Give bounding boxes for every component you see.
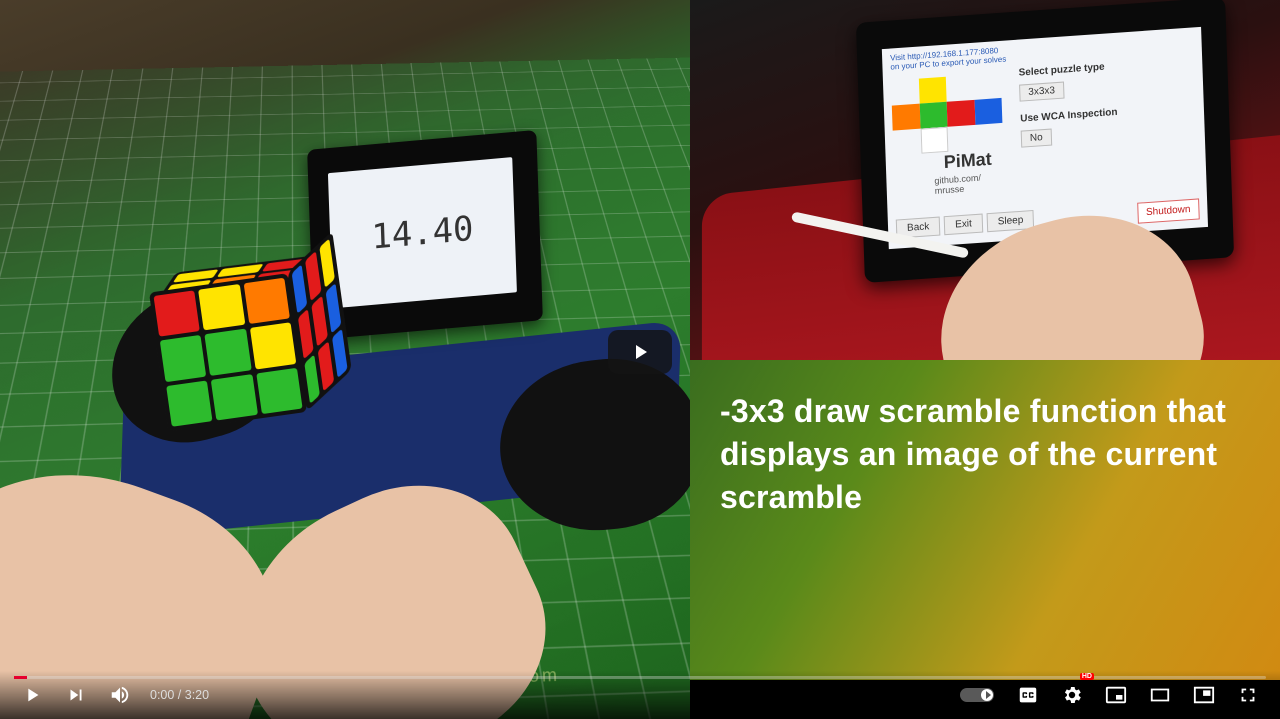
play-icon: [628, 340, 652, 364]
player-controls: 0:00 / 3:20 HD: [0, 671, 1280, 719]
volume-icon: [109, 684, 131, 706]
autoplay-toggle[interactable]: [960, 688, 994, 702]
large-play-button[interactable]: [608, 330, 672, 374]
pip-icon: [1193, 684, 1215, 706]
timer-value: 14.40: [371, 208, 474, 257]
hd-badge: HD: [1080, 673, 1094, 680]
device2-right-col: Select puzzle type 3x3x3 Use WCA Inspect…: [1018, 55, 1198, 189]
miniplayer-icon: [1105, 684, 1127, 706]
inspection-select[interactable]: No: [1021, 128, 1052, 147]
fullscreen-button[interactable]: [1230, 677, 1266, 713]
video-left-pane: www.hakidd.com 14.40: [0, 0, 690, 719]
exit-button[interactable]: Exit: [944, 214, 983, 236]
shutdown-button[interactable]: Shutdown: [1137, 198, 1200, 223]
gear-icon: [1061, 684, 1083, 706]
next-button[interactable]: [58, 677, 94, 713]
theater-button[interactable]: [1142, 677, 1178, 713]
device2-screen: Visit http://192.168.1.177:8080 on your …: [882, 27, 1208, 249]
video-right-lower-overlay: -3x3 draw scramble function that display…: [690, 360, 1280, 680]
miniplayer-button[interactable]: [1098, 677, 1134, 713]
device2-left-col: PiMat github.com/ mrusse: [891, 68, 1015, 198]
device-timer-display: 14.40: [328, 157, 517, 308]
captions-icon: [1017, 684, 1039, 706]
video-right-upper-pane: Visit http://192.168.1.177:8080 on your …: [690, 0, 1280, 360]
captions-button[interactable]: [1010, 677, 1046, 713]
play-button[interactable]: [14, 677, 50, 713]
time-display: 0:00 / 3:20: [150, 688, 209, 702]
cube-unfold-diagram: [891, 73, 1003, 156]
volume-button[interactable]: [102, 677, 138, 713]
pip-button[interactable]: [1186, 677, 1222, 713]
device2-repo: github.com/ mrusse: [934, 170, 1015, 196]
overlay-caption: -3x3 draw scramble function that display…: [720, 390, 1250, 520]
fullscreen-icon: [1237, 684, 1259, 706]
video-frame: www.hakidd.com 14.40: [0, 0, 1280, 719]
cube-front-face: [149, 273, 307, 431]
rubiks-cube: [149, 269, 341, 461]
theater-icon: [1149, 684, 1171, 706]
settings-button[interactable]: HD: [1054, 677, 1090, 713]
play-icon: [21, 684, 43, 706]
next-icon: [65, 684, 87, 706]
puzzle-type-select[interactable]: 3x3x3: [1019, 81, 1064, 101]
